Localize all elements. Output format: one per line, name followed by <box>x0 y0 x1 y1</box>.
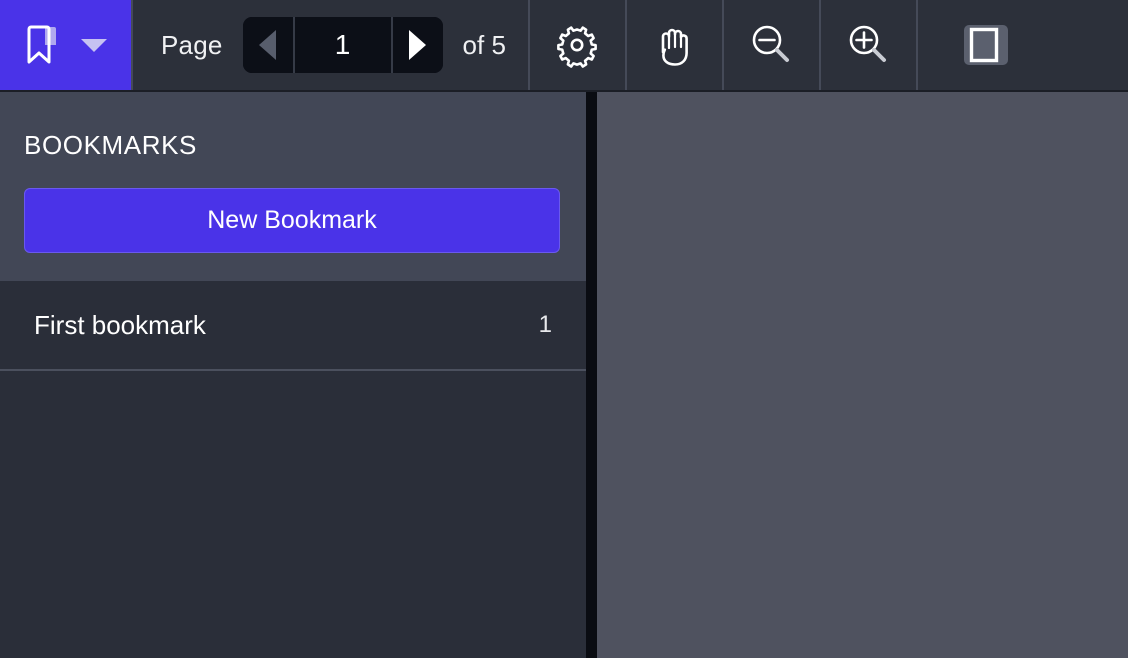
sidebar-toggle-button[interactable] <box>918 0 1128 90</box>
bookmarks-sidebar: BOOKMARKS New Bookmark First bookmark 1 <box>0 92 586 658</box>
page-nav-control: 1 <box>242 17 443 73</box>
panel-layout-icon <box>960 19 1012 71</box>
bookmark-page-number: 1 <box>538 311 552 338</box>
bookmarks-list: First bookmark 1 <box>0 281 586 658</box>
triangle-right-icon <box>409 30 427 60</box>
magnifier-minus-icon <box>747 21 795 69</box>
pan-button[interactable] <box>627 0 722 90</box>
gear-icon <box>554 22 600 68</box>
main-body: BOOKMARKS New Bookmark First bookmark 1 <box>0 92 1128 658</box>
new-bookmark-button[interactable]: New Bookmark <box>24 188 560 253</box>
triangle-left-icon <box>259 30 277 60</box>
bookmarks-panel-toggle[interactable] <box>0 0 131 90</box>
magnifier-plus-icon <box>844 21 892 69</box>
total-pages-label: of 5 <box>462 29 506 60</box>
chevron-down-icon[interactable] <box>80 38 107 52</box>
page-label: Page <box>161 29 223 60</box>
toolbar: Page 1 of 5 <box>0 0 1128 92</box>
zoom-out-button[interactable] <box>724 0 819 90</box>
bookmarks-header: BOOKMARKS New Bookmark <box>0 92 586 281</box>
page-navigation-group: Page 1 of 5 <box>133 0 528 90</box>
page-title: BOOKMARKS <box>24 130 197 160</box>
page-number-input[interactable]: 1 <box>292 17 393 73</box>
document-view[interactable] <box>597 92 1128 658</box>
sidebar-content-gap <box>586 92 597 658</box>
bookmark-name: First bookmark <box>34 309 206 340</box>
hand-icon <box>651 21 697 69</box>
list-item[interactable]: First bookmark 1 <box>0 281 586 371</box>
zoom-in-button[interactable] <box>821 0 916 90</box>
previous-page-button[interactable] <box>242 17 293 73</box>
settings-button[interactable] <box>530 0 625 90</box>
next-page-button[interactable] <box>392 17 443 73</box>
pdf-viewer-app: Page 1 of 5 BOOKMARKS New Bookmark First… <box>0 0 1128 658</box>
bookmark-icon <box>25 24 59 66</box>
